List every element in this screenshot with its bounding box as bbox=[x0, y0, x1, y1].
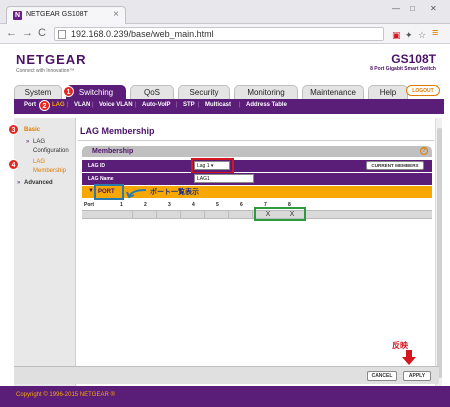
tab-help[interactable]: Help bbox=[368, 85, 408, 99]
url-text: 192.168.0.239/base/web_main.html bbox=[71, 29, 214, 39]
apply-button[interactable]: APPLY bbox=[403, 371, 431, 381]
port-number: 3 bbox=[168, 202, 171, 208]
step-badge-2: 2 bbox=[39, 100, 50, 111]
port-list-annotation: ポート一覧表示 bbox=[150, 189, 199, 196]
subnav-stp[interactable]: STP bbox=[183, 102, 195, 108]
menu-icon[interactable]: ≡ bbox=[432, 27, 438, 39]
nav-lag-membership-2[interactable]: Membership bbox=[33, 168, 66, 174]
lag-id-row: LAG ID Lag 1 ▾ CURRENT MEMBERS bbox=[82, 160, 432, 172]
port-cell-5[interactable] bbox=[208, 211, 229, 218]
subnav-port[interactable]: Port bbox=[24, 102, 36, 108]
back-icon[interactable]: ← bbox=[6, 27, 17, 39]
tab-title: NETGEAR GS108T bbox=[26, 11, 88, 18]
page-title: LAG Membership bbox=[80, 126, 155, 136]
netgear-favicon-icon: N bbox=[13, 11, 22, 20]
tab-qos[interactable]: QoS bbox=[130, 85, 174, 99]
action-bar: CANCEL APPLY bbox=[14, 366, 439, 384]
port-header: Port bbox=[84, 202, 94, 208]
nav-lag-membership[interactable]: LAG bbox=[33, 159, 45, 165]
url-input[interactable]: 192.168.0.239/base/web_main.html bbox=[54, 27, 384, 41]
port-cell-4[interactable] bbox=[184, 211, 205, 218]
nav-arrow-icon: » bbox=[26, 139, 30, 145]
media-icon[interactable]: ✦ bbox=[405, 30, 413, 41]
port-number: 4 bbox=[192, 202, 195, 208]
forward-icon[interactable]: → bbox=[22, 27, 33, 39]
title-divider bbox=[78, 140, 434, 141]
page-icon bbox=[58, 30, 66, 39]
port-number: 1 bbox=[120, 202, 123, 208]
copyright: Copyright © 1996-2015 NETGEAR ® bbox=[16, 392, 115, 398]
lag-id-highlight bbox=[191, 158, 234, 174]
browser-tab[interactable]: N NETGEAR GS108T × bbox=[6, 6, 126, 24]
port-cell-6[interactable] bbox=[232, 211, 253, 218]
tab-monitoring[interactable]: Monitoring bbox=[234, 85, 298, 99]
lag-name-label: LAG Name bbox=[88, 176, 114, 182]
membership-panel: Membership ? LAG ID Lag 1 ▾ CURRENT MEMB… bbox=[82, 146, 432, 286]
port-cell-2[interactable] bbox=[136, 211, 157, 218]
minimize-icon[interactable]: — bbox=[392, 4, 400, 13]
panel-title: Membership bbox=[92, 148, 134, 155]
selected-ports-highlight bbox=[254, 207, 306, 221]
address-bar: ← → C 192.168.0.239/base/web_main.html ▣… bbox=[0, 24, 450, 44]
sub-nav: Port | LAG | VLAN | Voice VLAN | Auto-Vo… bbox=[14, 99, 444, 114]
tab-switching[interactable]: Switching bbox=[66, 85, 126, 99]
advanced-arrow-icon: » bbox=[17, 180, 21, 186]
subnav-address-table[interactable]: Address Table bbox=[246, 102, 287, 108]
panel-header: Membership ? bbox=[82, 146, 432, 157]
port-cell-1[interactable] bbox=[112, 211, 133, 218]
tab-maintenance[interactable]: Maintenance bbox=[302, 85, 364, 99]
apply-arrow-icon bbox=[402, 350, 416, 365]
main-content: LAG Membership Membership ? LAG ID Lag 1… bbox=[78, 118, 434, 382]
maximize-icon[interactable]: □ bbox=[410, 4, 415, 13]
lag-name-input[interactable]: LAG1 bbox=[194, 174, 254, 183]
lag-id-label: LAG ID bbox=[88, 163, 105, 169]
nav-lag-configuration-2[interactable]: Configuration bbox=[33, 148, 69, 154]
logout-button[interactable]: LOGOUT bbox=[406, 85, 440, 96]
subnav-lag[interactable]: LAG bbox=[52, 102, 65, 108]
browser-tab-bar: N NETGEAR GS108T × — □ ✕ bbox=[0, 0, 450, 24]
current-members-button[interactable]: CURRENT MEMBERS bbox=[366, 161, 424, 170]
scroll-thumb[interactable] bbox=[437, 128, 442, 378]
extension-icon[interactable]: ▣ bbox=[392, 30, 401, 41]
close-window-icon[interactable]: ✕ bbox=[430, 4, 437, 13]
subnav-voice-vlan[interactable]: Voice VLAN bbox=[99, 102, 133, 108]
subnav-auto-voip[interactable]: Auto-VoIP bbox=[142, 102, 171, 108]
nav-advanced[interactable]: Advanced bbox=[24, 180, 53, 186]
lag-name-row: LAG Name LAG1 bbox=[82, 173, 432, 185]
port-number: 5 bbox=[216, 202, 219, 208]
nav-lag-configuration[interactable]: LAG bbox=[33, 139, 45, 145]
port-number: 6 bbox=[240, 202, 243, 208]
step-badge-4: 4 bbox=[8, 159, 19, 170]
model-name: GS108T bbox=[391, 52, 436, 66]
nav-basic[interactable]: Basic bbox=[24, 127, 40, 133]
web-page: NETGEAR Connect with Innovation™ GS108T … bbox=[0, 44, 450, 407]
footer: Copyright © 1996-2015 NETGEAR ® bbox=[0, 386, 450, 407]
port-number: 2 bbox=[144, 202, 147, 208]
model-description: 8 Port Gigabit Smart Switch bbox=[370, 66, 436, 72]
main-tabs: System Switching QoS Security Monitoring… bbox=[14, 85, 444, 99]
subnav-multicast[interactable]: Multicast bbox=[205, 102, 231, 108]
netgear-logo: NETGEAR bbox=[16, 52, 87, 67]
close-tab-icon[interactable]: × bbox=[113, 9, 119, 20]
step-badge-1: 1 bbox=[63, 86, 74, 97]
annotation-arrow-icon bbox=[126, 189, 147, 199]
left-nav: 3 Basic » LAG Configuration 4 LAG Member… bbox=[8, 118, 76, 398]
logo-tagline: Connect with Innovation™ bbox=[16, 68, 75, 74]
tab-system[interactable]: System bbox=[14, 85, 62, 99]
help-icon[interactable]: ? bbox=[420, 147, 428, 155]
tab-security[interactable]: Security bbox=[178, 85, 230, 99]
port-highlight bbox=[94, 184, 124, 200]
bookmark-star-icon[interactable]: ☆ bbox=[418, 30, 426, 41]
scrollbar[interactable] bbox=[435, 118, 442, 407]
port-cell-3[interactable] bbox=[160, 211, 181, 218]
subnav-vlan[interactable]: VLAN bbox=[74, 102, 90, 108]
reload-icon[interactable]: C bbox=[38, 27, 46, 39]
step-badge-3: 3 bbox=[8, 124, 19, 135]
cancel-button[interactable]: CANCEL bbox=[367, 371, 397, 381]
